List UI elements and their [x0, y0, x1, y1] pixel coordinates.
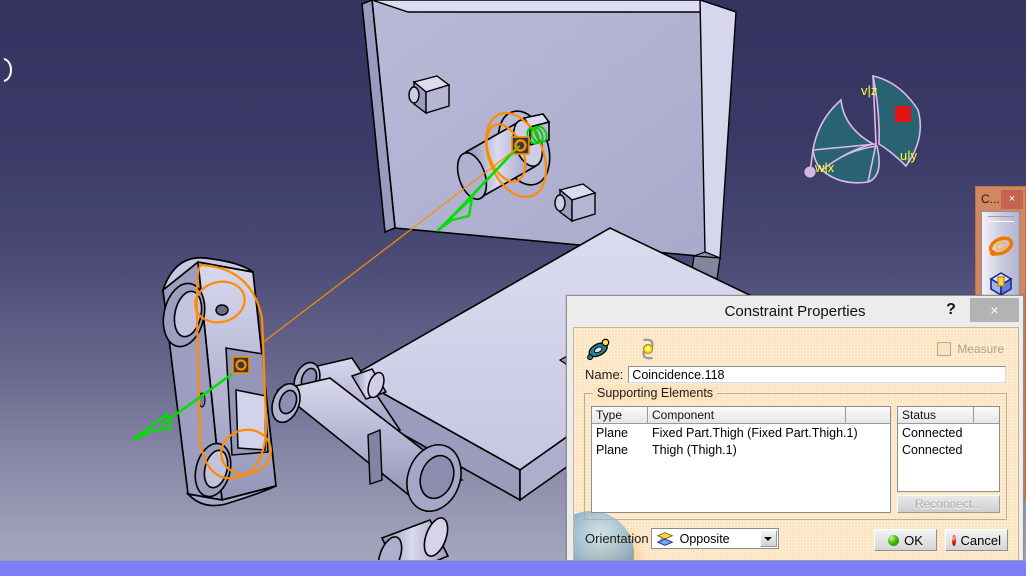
supporting-elements-group: Supporting Elements Type Component Plane	[584, 386, 1007, 520]
free-cylinder-part	[377, 517, 450, 560]
dialog-close-button[interactable]: ×	[970, 298, 1019, 322]
thigh-face-hole	[215, 304, 229, 316]
ok-button[interactable]: OK	[874, 529, 937, 551]
cell-component: Fixed Part.Thigh (Fixed Part.Thigh.1)	[652, 425, 858, 440]
constraint-anchor-lower	[232, 356, 250, 374]
status-panel: Status Connected Connected Reconnect...	[897, 406, 1000, 513]
components-table-body: Plane Fixed Part.Thigh (Fixed Part.Thigh…	[592, 424, 890, 512]
cell-status: Connected	[902, 442, 963, 457]
constraint-icon[interactable]	[985, 230, 1017, 262]
dialog-help-button[interactable]: ?	[941, 298, 961, 322]
measure-label: Measure	[957, 342, 1004, 356]
measure-checkbox-group[interactable]: Measure	[937, 342, 1004, 356]
orientation-label: Orientation	[585, 531, 649, 546]
reconnect-button[interactable]: Reconnect...	[897, 495, 1000, 513]
status-table-header: Status	[898, 407, 999, 424]
cell-type: Plane	[596, 442, 628, 457]
floating-toolbar-close-button[interactable]: ×	[1001, 189, 1023, 209]
compass-label-uy: u|y	[900, 148, 918, 163]
supporting-elements-tables: Type Component Plane Fixed Part.Thigh (F…	[591, 406, 1000, 513]
chevron-down-icon[interactable]	[759, 530, 777, 547]
column-header-status-spacer[interactable]	[974, 407, 999, 423]
dialog-icon-row	[586, 336, 660, 362]
orientation-value: Opposite	[679, 531, 730, 546]
toolbar-grip-handle[interactable]	[987, 216, 1014, 222]
column-header-status[interactable]: Status	[898, 407, 974, 423]
cancel-orb-icon	[952, 534, 956, 546]
cell-status: Connected	[902, 425, 963, 440]
cancel-button[interactable]: Cancel	[945, 529, 1008, 551]
table-row[interactable]: Connected	[898, 424, 999, 441]
table-row[interactable]: Plane Thigh (Thigh.1)	[592, 441, 890, 458]
link-arm-rib	[367, 428, 383, 485]
constraint-type-icon[interactable]	[586, 336, 612, 362]
floating-toolbar-title: C...	[981, 192, 1000, 206]
coincidence-icon[interactable]	[636, 336, 660, 362]
ok-orb-icon	[888, 534, 900, 546]
constraint-name-input[interactable]	[628, 366, 1006, 383]
ok-button-label: OK	[904, 532, 923, 548]
cancel-button-label: Cancel	[960, 532, 1001, 548]
name-row: Name:	[585, 366, 1006, 383]
orientation-row: Orientation Opposite	[585, 528, 779, 549]
dialog-titlebar[interactable]: Constraint Properties ? ×	[567, 296, 1023, 327]
constraint-properties-dialog[interactable]: Constraint Properties ? × Measure Name: …	[566, 295, 1024, 569]
compass-label-wx: w|x	[814, 160, 835, 175]
taskbar[interactable]	[0, 560, 1026, 576]
orientation-opposite-icon	[656, 531, 673, 546]
orientation-dropdown[interactable]: Opposite	[650, 528, 779, 549]
name-label: Name:	[585, 367, 624, 382]
cell-type: Plane	[596, 425, 628, 440]
table-row[interactable]: Plane Fixed Part.Thigh (Fixed Part.Thigh…	[592, 424, 890, 441]
status-table-body: Connected Connected	[898, 424, 999, 491]
column-header-spacer[interactable]	[846, 407, 890, 423]
status-table[interactable]: Status Connected Connected	[897, 406, 1000, 492]
cad-application-window: v|z u|y w|x C... × Constraint Properties…	[0, 0, 1026, 576]
components-table-header: Type Component	[592, 407, 890, 424]
table-row[interactable]: Connected	[898, 441, 999, 458]
compass-label-vz: v|z	[861, 83, 877, 98]
column-header-type[interactable]: Type	[592, 407, 648, 423]
column-header-component[interactable]: Component	[648, 407, 846, 423]
dialog-title: Constraint Properties	[724, 303, 866, 320]
view-compass[interactable]: v|z u|y w|x	[804, 74, 922, 184]
cell-component: Thigh (Thigh.1)	[652, 442, 737, 457]
dialog-button-row: OK Cancel	[874, 529, 1008, 551]
supporting-elements-label: Supporting Elements	[593, 386, 718, 400]
measure-checkbox[interactable]	[937, 342, 952, 356]
components-table[interactable]: Type Component Plane Fixed Part.Thigh (F…	[591, 406, 891, 513]
floating-toolbar-titlebar[interactable]: C... ×	[976, 187, 1025, 211]
dialog-body: Measure Name: Supporting Elements Type C…	[573, 327, 1019, 564]
